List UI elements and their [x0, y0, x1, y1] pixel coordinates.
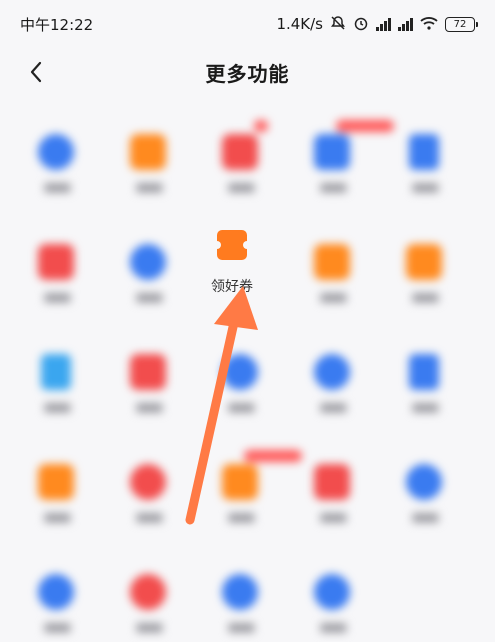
grid-item-label: ■■■: [43, 290, 71, 304]
doc-icon: [41, 354, 71, 390]
grid-item-label: ■■■: [319, 510, 347, 524]
card-icon: [314, 134, 350, 170]
back-button[interactable]: [22, 58, 50, 86]
grid-item-label: ■■■: [319, 400, 347, 414]
grid-item-label: ■■■: [411, 290, 439, 304]
grid-item-label: ■■■: [43, 400, 71, 414]
mute-bell-icon: [330, 15, 346, 34]
grid-item-label: ■■■: [135, 620, 163, 634]
grid-item-label: ■■■: [411, 180, 439, 194]
drop-icon: [406, 464, 442, 500]
doc-icon: [409, 354, 439, 390]
piggy-icon: [38, 244, 74, 280]
page-title: 更多功能: [205, 61, 290, 86]
grid-item[interactable]: ■■■: [102, 552, 194, 642]
grid-item[interactable]: ■■■: [378, 222, 470, 312]
status-icons: 1.4K/s 72: [276, 15, 478, 34]
coupon-icon: [213, 230, 251, 260]
circle-icon: [130, 464, 166, 500]
grid-item[interactable]: ■■■: [194, 112, 286, 202]
doc-icon: [409, 134, 439, 170]
chevron-left-icon: [30, 61, 42, 83]
grid-item[interactable]: ■■■: [378, 442, 470, 532]
wifi-icon: [420, 16, 438, 33]
grid-item-label: ■■■: [43, 510, 71, 524]
status-bar: 中午12:22 1.4K/s 72: [0, 0, 495, 48]
info-icon: [314, 574, 350, 610]
coupon-label: 领好券: [211, 279, 253, 295]
network-speed: 1.4K/s: [276, 15, 323, 33]
bag-icon: [222, 464, 258, 500]
grid-item[interactable]: ■■■: [10, 332, 102, 422]
grid-item-label: ■■■: [319, 290, 347, 304]
gift-box-icon: [222, 134, 258, 170]
grid-item[interactable]: ■■■: [102, 442, 194, 532]
wallet-icon: [38, 464, 74, 500]
grid-item[interactable]: ■■■: [286, 552, 378, 642]
stamp-icon: [314, 244, 350, 280]
grid-item-label: ■■■: [135, 290, 163, 304]
grid-item-label: ■■■: [411, 400, 439, 414]
basket-icon: [130, 354, 166, 390]
circle-icon: [38, 574, 74, 610]
grid-item-label: ■■■: [227, 510, 255, 524]
square-icon: [406, 244, 442, 280]
signal-icon-2: [398, 17, 413, 31]
grid-item[interactable]: ■■■: [102, 332, 194, 422]
grid-item-label: ■■■: [135, 180, 163, 194]
grid-item[interactable]: ■■■: [102, 112, 194, 202]
play-icon: [222, 354, 258, 390]
grid-item[interactable]: ■■■: [194, 552, 286, 642]
grid-item[interactable]: ■■■: [378, 112, 470, 202]
grid-item[interactable]: ■■■: [286, 442, 378, 532]
grid-item[interactable]: ■■■: [194, 332, 286, 422]
grid-item-label: ■■■: [43, 620, 71, 634]
grid-item[interactable]: ■■■: [102, 222, 194, 312]
circle-icon: [38, 134, 74, 170]
grid-item[interactable]: ■■■: [378, 332, 470, 422]
play-icon: [130, 244, 166, 280]
nav-bar: 更多功能: [0, 50, 495, 94]
grid-item[interactable]: ■■■: [286, 222, 378, 312]
battery-icon: 72: [445, 16, 478, 32]
grid-item[interactable]: ■■■: [194, 442, 302, 532]
p-circle-icon: [314, 354, 350, 390]
grid-item[interactable]: ■■■: [286, 332, 378, 422]
signal-icon-1: [376, 17, 391, 31]
grid-item-label: ■■■: [227, 620, 255, 634]
umbrella-icon: [130, 134, 166, 170]
grid-item-label: ■■■: [319, 180, 347, 194]
circle-icon: [130, 574, 166, 610]
grid-item-label: ■■■: [227, 180, 255, 194]
grid-item-label: ■■■: [411, 510, 439, 524]
grid-item-label: ■■■: [135, 400, 163, 414]
grid-item-label: ■■■: [43, 180, 71, 194]
status-time: 中午12:22: [20, 15, 94, 34]
gift-icon: [314, 464, 350, 500]
coupon-entry[interactable]: 领好券: [186, 222, 278, 312]
grid-item[interactable]: ■■■: [10, 552, 102, 642]
alarm-icon: [353, 15, 369, 34]
grid-item[interactable]: ■■■: [10, 112, 102, 202]
grid-item-label: ■■■: [135, 510, 163, 524]
grid-item[interactable]: ■■■: [286, 112, 394, 202]
grid-item-label: ■■■: [319, 620, 347, 634]
grid-item[interactable]: ■■■: [10, 222, 102, 312]
badge: [254, 120, 268, 132]
cloud-icon: [222, 574, 258, 610]
grid-item[interactable]: ■■■: [10, 442, 102, 532]
grid-item-label: ■■■: [227, 400, 255, 414]
